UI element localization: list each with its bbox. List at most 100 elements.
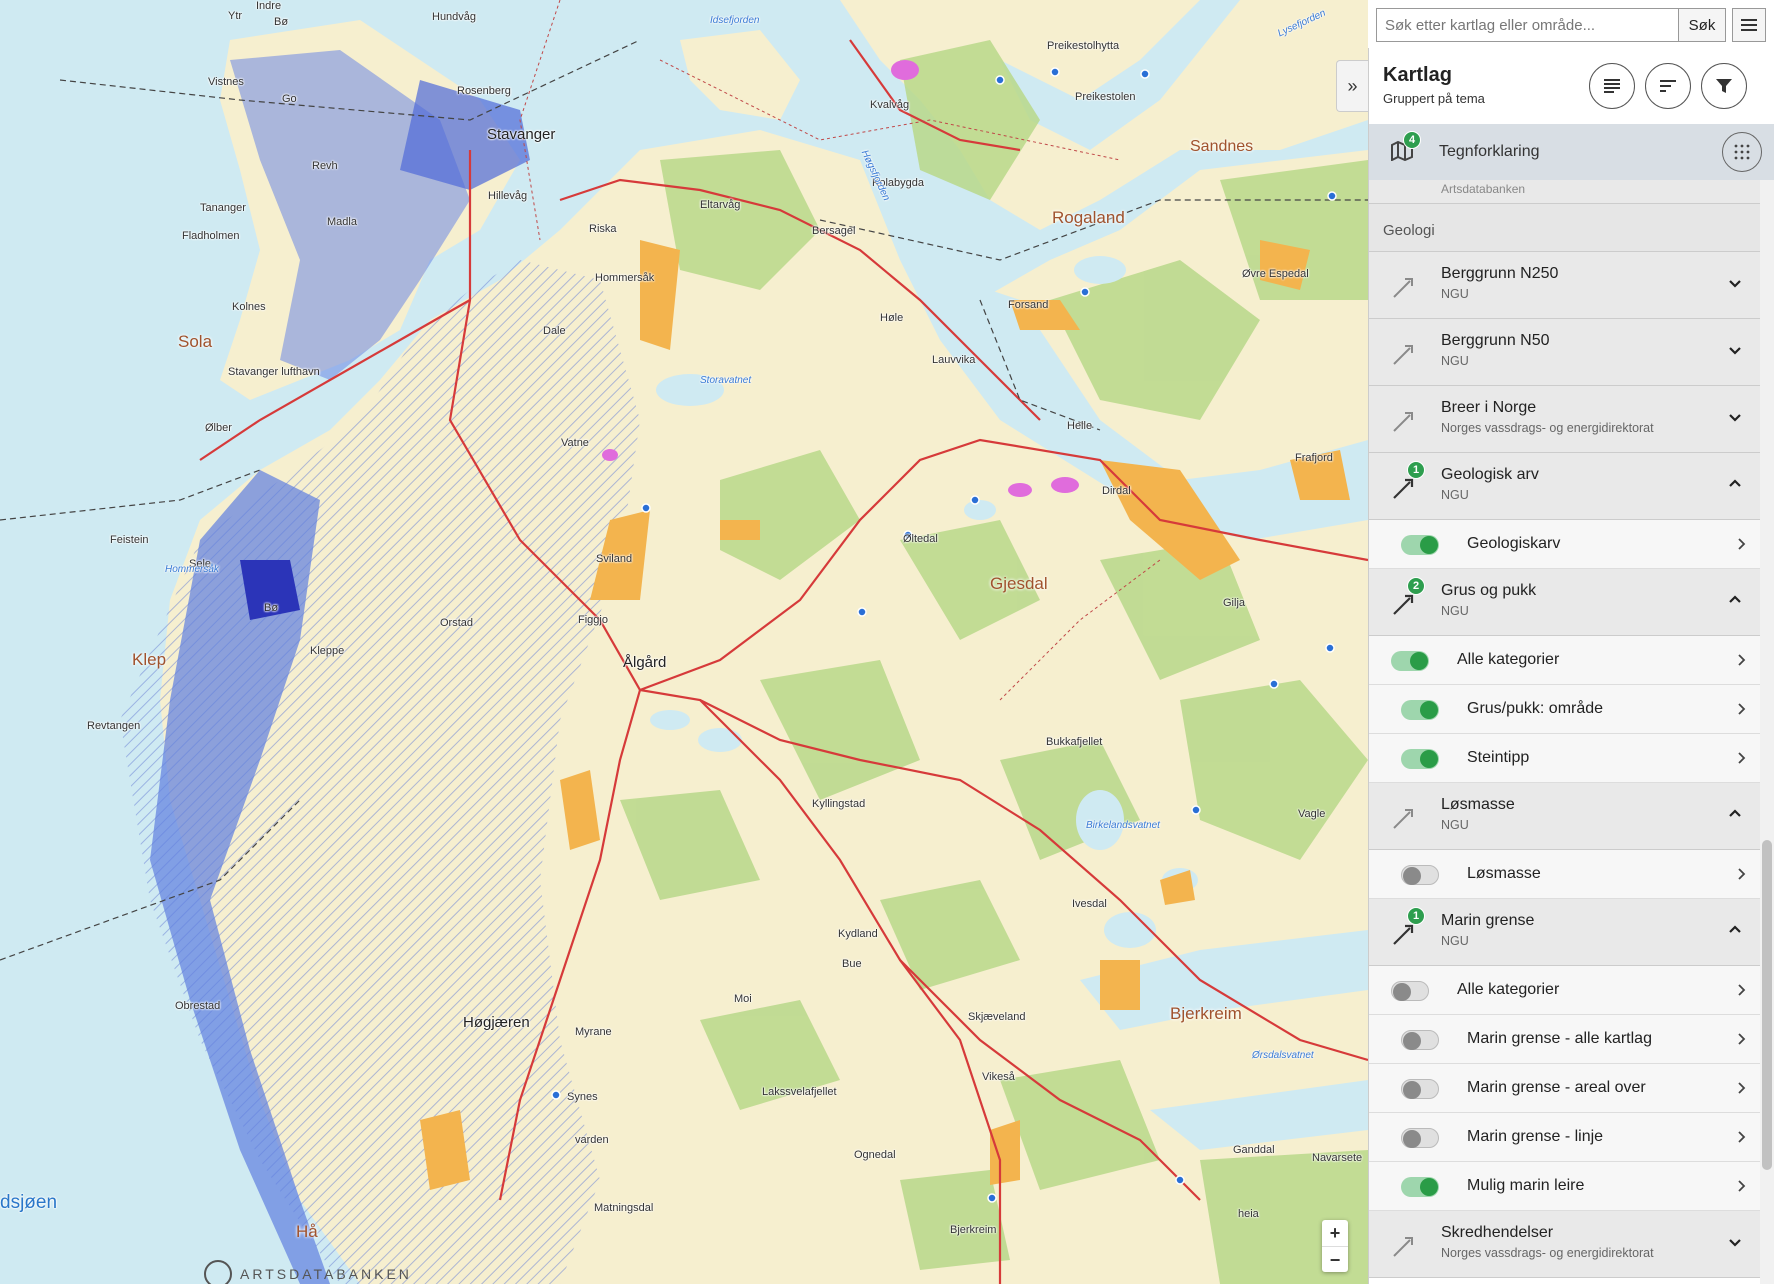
sublayer-toggle[interactable]	[1401, 865, 1439, 885]
hamburger-menu-button[interactable]	[1732, 8, 1766, 42]
layer-row[interactable]: Breer i Norge Norges vassdrags- og energi…	[1369, 386, 1760, 453]
chevron-right-icon[interactable]	[1734, 1130, 1748, 1144]
layer-title: Breer i Norge	[1441, 399, 1537, 416]
map-label-town: Kleppe	[310, 645, 345, 657]
grid-dots-icon	[1734, 144, 1750, 160]
layer-pick-icon[interactable]	[1391, 475, 1417, 501]
chevron-right-icon[interactable]	[1734, 983, 1748, 997]
legend-row[interactable]: 4 Tegnforklaring	[1369, 124, 1774, 180]
sublayer-toggle[interactable]	[1401, 1030, 1439, 1050]
sublayer-row[interactable]: Løsmasse	[1369, 850, 1760, 899]
map-label-town: Bukkafjellet	[1046, 736, 1103, 748]
chevron-up-icon[interactable]	[1726, 475, 1744, 493]
map-label-town: Vistnes	[208, 76, 244, 88]
map-label-region: Hå	[296, 1222, 318, 1241]
chevron-right-icon[interactable]	[1734, 1081, 1748, 1095]
map-label-town: Øvre Espedal	[1242, 268, 1309, 280]
legend-grid-button[interactable]	[1722, 132, 1762, 172]
map-label-town: Preikestolen	[1075, 91, 1136, 103]
search-bar: Søk	[1376, 8, 1766, 42]
map-label-town: Orstad	[440, 617, 474, 629]
sublayer-toggle[interactable]	[1401, 1177, 1439, 1197]
map-label-town: Indre	[256, 0, 282, 12]
sublayer-toggle[interactable]	[1401, 700, 1439, 720]
map-attribution: ARTSDATABANKEN	[204, 1260, 412, 1284]
map-label-town: Moi	[734, 993, 752, 1005]
chevron-right-icon[interactable]	[1734, 1032, 1748, 1046]
sort-button[interactable]	[1645, 63, 1691, 109]
map-label-town: Ølber	[205, 422, 232, 434]
chevron-right-icon[interactable]	[1734, 537, 1748, 551]
chevron-right-icon[interactable]	[1734, 867, 1748, 881]
layer-row[interactable]: 1 Geologisk arv NGU	[1369, 453, 1760, 520]
scrollbar[interactable]	[1760, 180, 1774, 1284]
layer-row[interactable]: Berggrunn N50 NGU	[1369, 319, 1760, 386]
zoom-in-button[interactable]: +	[1322, 1220, 1348, 1246]
sublayer-row[interactable]: Steintipp	[1369, 734, 1760, 783]
sublayer-toggle[interactable]	[1401, 1128, 1439, 1148]
layer-title: Grus og pukk	[1441, 582, 1537, 599]
chevron-right-icon[interactable]	[1734, 751, 1748, 765]
map-label-town: Rosenberg	[457, 85, 511, 97]
layer-pick-icon[interactable]	[1391, 805, 1417, 831]
filter-button[interactable]	[1701, 63, 1747, 109]
layer-row[interactable]: Løsmasse NGU	[1369, 783, 1760, 850]
sublayer-row[interactable]: Alle kategorier	[1369, 966, 1760, 1015]
chevron-up-icon[interactable]	[1726, 591, 1744, 609]
map-label-region: Sandnes	[1190, 138, 1254, 155]
map-label-town: Forsand	[1008, 299, 1049, 311]
map-label-town: Revtangen	[87, 720, 141, 732]
chevron-right-icon[interactable]	[1734, 702, 1748, 716]
layer-pick-icon[interactable]	[1391, 921, 1417, 947]
list-view-button[interactable]	[1589, 63, 1635, 109]
map-label-town: Obrestad	[175, 1000, 221, 1012]
sublayer-row[interactable]: Geologiskarv	[1369, 520, 1760, 569]
map-label-town: Bersagel	[812, 225, 856, 237]
zoom-out-button[interactable]: −	[1322, 1246, 1348, 1272]
chevron-up-icon[interactable]	[1726, 805, 1744, 823]
sublayer-row[interactable]: Marin grense - linje	[1369, 1113, 1760, 1162]
chevron-down-icon[interactable]	[1726, 341, 1744, 359]
layer-list[interactable]: Artsdatabanken Geologi Berggrunn N250 NGU…	[1369, 180, 1774, 1284]
chevron-up-icon[interactable]	[1726, 921, 1744, 939]
chevron-right-icon[interactable]	[1734, 1179, 1748, 1193]
layer-row[interactable]: 1 Marin grense NGU	[1369, 899, 1760, 966]
sublayer-row[interactable]: Marin grense - alle kartlag	[1369, 1015, 1760, 1064]
layer-pick-icon[interactable]	[1391, 591, 1417, 617]
layer-row[interactable]: 2 Grus og pukk NGU	[1369, 569, 1760, 636]
search-input[interactable]	[1376, 8, 1678, 42]
sublayer-row[interactable]: Alle kategorier	[1369, 636, 1760, 685]
scrollbar-thumb[interactable]	[1762, 840, 1772, 1170]
chevron-down-icon[interactable]	[1726, 1233, 1744, 1251]
sublayer-row[interactable]: Grus/pukk: område	[1369, 685, 1760, 734]
layer-pick-icon[interactable]	[1391, 341, 1417, 367]
sublayer-label: Marin grense - linje	[1467, 1128, 1604, 1145]
layer-row[interactable]: Berggrunn N250 NGU	[1369, 252, 1760, 319]
sort-icon	[1660, 80, 1676, 92]
map-label-town: Kvalvåg	[870, 99, 910, 111]
collapse-panel-button[interactable]: »	[1336, 60, 1368, 112]
layer-pick-icon[interactable]	[1391, 1233, 1417, 1259]
sublayer-toggle[interactable]	[1401, 749, 1439, 769]
map-label-town: Myrane	[575, 1026, 612, 1038]
sublayer-toggle[interactable]	[1401, 1079, 1439, 1099]
map-label-town: Kyllingstad	[812, 798, 866, 810]
search-button[interactable]: Søk	[1678, 8, 1726, 42]
sublayer-toggle[interactable]	[1391, 651, 1429, 671]
layer-source: NGU	[1441, 604, 1469, 618]
layer-row[interactable]: Skredhendelser Norges vassdrags- og energ…	[1369, 1211, 1760, 1278]
map-canvas[interactable]: Rogaland Gjesdal Bjerkreim Sandnes Sola …	[0, 0, 1368, 1284]
sublayer-label: Alle kategorier	[1457, 981, 1560, 998]
chevron-down-icon[interactable]	[1726, 274, 1744, 292]
chevron-down-icon[interactable]	[1726, 408, 1744, 426]
sublayer-row[interactable]: Mulig marin leire	[1369, 1162, 1760, 1211]
layer-pick-icon[interactable]	[1391, 274, 1417, 300]
sublayer-row[interactable]: Marin grense - areal over	[1369, 1064, 1760, 1113]
map-label-town: Stavanger lufthavn	[228, 366, 320, 378]
sublayer-toggle[interactable]	[1401, 535, 1439, 555]
layer-pick-icon[interactable]	[1391, 408, 1417, 434]
map-label-town: Eltarvåg	[700, 199, 741, 211]
map-label-town: Figgjo	[578, 614, 608, 626]
sublayer-toggle[interactable]	[1391, 981, 1429, 1001]
chevron-right-icon[interactable]	[1734, 653, 1748, 667]
